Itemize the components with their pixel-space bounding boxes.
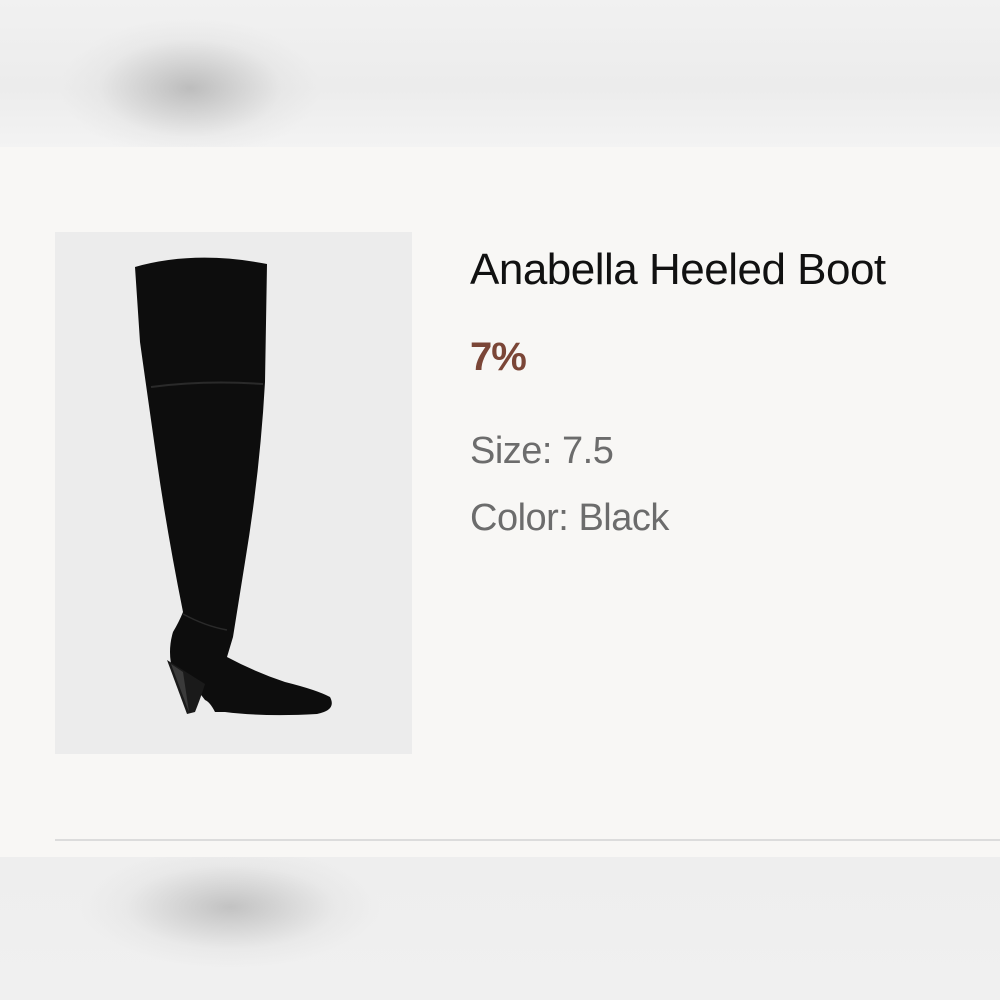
color-info: Color: Black [470, 497, 669, 540]
size-label: Size: [470, 430, 552, 472]
product-list-item[interactable]: Anabella Heeled Boot 7% Size: 7.5 Color:… [0, 147, 1000, 857]
color-value: Black [578, 497, 669, 539]
discount-badge: 7% [470, 335, 527, 379]
product-title[interactable]: Anabella Heeled Boot [470, 245, 886, 295]
screenshot-stage: Anabella Heeled Boot 7% Size: 7.5 Color:… [0, 0, 1000, 1000]
boot-icon [135, 257, 332, 716]
product-image[interactable] [55, 232, 412, 754]
item-divider [55, 839, 1000, 841]
blurred-backdrop-bottom [0, 857, 1000, 1000]
color-label: Color: [470, 497, 569, 539]
blurred-backdrop-top [0, 0, 1000, 147]
size-info: Size: 7.5 [470, 430, 614, 473]
size-value: 7.5 [562, 430, 614, 472]
